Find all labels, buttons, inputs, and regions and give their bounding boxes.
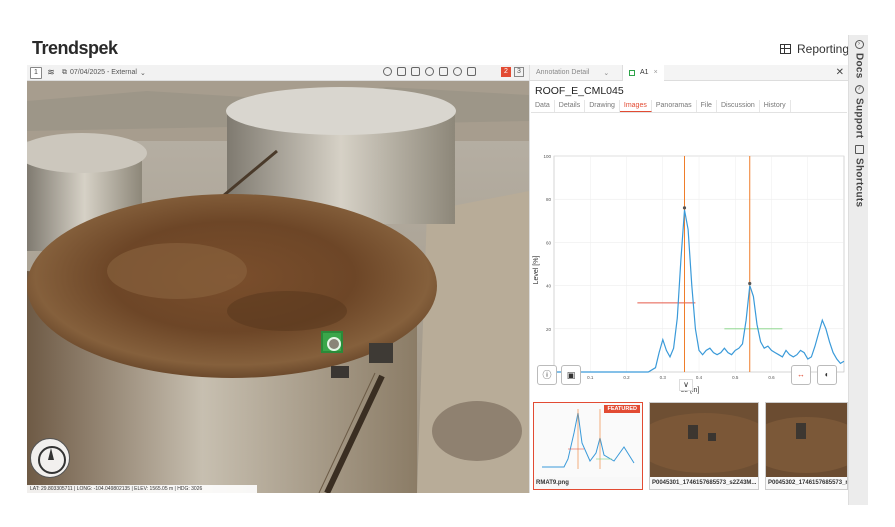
tab-a1-label: A1 <box>640 69 649 76</box>
keyboard-icon <box>854 145 864 154</box>
y-tick-label: 100 <box>543 154 551 159</box>
layers-icon[interactable]: ≋ <box>45 67 57 79</box>
viewport-mode-toggle: 2 3 <box>501 67 524 77</box>
annotation-title: ROOF_E_CML045 <box>535 85 624 97</box>
collapse-chevron[interactable]: ∨ <box>679 379 693 391</box>
close-icon[interactable]: ✕ <box>836 67 844 78</box>
tab-a1[interactable]: A1 × <box>623 64 664 81</box>
reporting-button[interactable]: Reporting <box>780 42 849 56</box>
thumbnail-caption: P0045302_1746157685573_r <box>768 480 848 486</box>
chart-left-tools: ⓘ ▣ <box>537 365 581 385</box>
date-selector[interactable]: ⧉ 07/04/2025 - External ⌄ <box>62 69 146 77</box>
rail-docs-label: Docs <box>853 53 865 79</box>
info-button[interactable]: ⓘ <box>537 365 557 385</box>
peak-marker <box>748 281 752 286</box>
chart-thumbnail <box>534 403 642 477</box>
cube-icon[interactable] <box>383 67 392 76</box>
subtab-data[interactable]: Data <box>531 100 555 112</box>
chart-y-label: Level [%] <box>533 256 540 285</box>
app-logo: Trendspek <box>32 38 118 58</box>
settings-icon[interactable] <box>453 67 462 76</box>
annotation-square-icon <box>629 69 635 76</box>
x-tick-label: 0.5 <box>732 375 739 380</box>
subtab-history[interactable]: History <box>760 100 791 112</box>
photo-thumbnail <box>650 403 758 477</box>
compass-icon[interactable] <box>30 438 70 478</box>
span-measure-button[interactable]: ↔ <box>791 365 811 385</box>
subtab-discussion[interactable]: Discussion <box>717 100 760 112</box>
photo-thumbnail <box>766 403 847 477</box>
x-tick-label: 0.1 <box>587 375 594 380</box>
tab-annotation-detail[interactable]: Annotation Detail ⌄ <box>530 64 623 81</box>
subtab-file[interactable]: File <box>697 100 717 112</box>
thumbnail-item[interactable]: P0045301_1746157685573_s2Z43M... <box>649 402 759 490</box>
thumbnail-caption: P0045301_1746157685573_s2Z43M... <box>652 480 757 486</box>
subtab-drawing[interactable]: Drawing <box>585 100 620 112</box>
subtab-panoramas[interactable]: Panoramas <box>652 100 697 112</box>
subtab-details[interactable]: Details <box>555 100 586 112</box>
rail-support[interactable]: ? Support <box>851 85 867 138</box>
viewport-toolbar: 1 ≋ ⧉ 07/04/2025 - External ⌄ 2 3 <box>27 65 529 81</box>
thumbnail-item[interactable]: FEATURED RMAT9.png <box>533 402 643 490</box>
chevron-down-icon: ⌄ <box>603 69 610 77</box>
image-thumbnails: FEATURED RMAT9.png P0045301_174615768557… <box>533 402 848 492</box>
rail-shortcuts-label: Shortcuts <box>853 158 865 208</box>
x-tick-label: 0.6 <box>768 375 775 380</box>
panel-tabbar: Annotation Detail ⌄ A1 × ✕ <box>530 64 848 81</box>
y-tick-label: 20 <box>546 327 552 332</box>
chart-background <box>532 150 848 395</box>
level-chart: 10080604020 0.10.20.30.40.50.60.7 Level … <box>532 150 848 395</box>
x-tick-label: 0.3 <box>660 375 667 380</box>
thumbnail-item[interactable]: P0045302_1746157685573_r <box>765 402 848 490</box>
keyboard-icon[interactable] <box>467 67 476 76</box>
rotate-icon[interactable] <box>425 67 434 76</box>
compare-button[interactable]: ◐ <box>817 365 837 385</box>
subtab-images[interactable]: Images <box>619 100 652 112</box>
mode-3-button[interactable]: 3 <box>514 67 524 77</box>
tab-annotation-detail-label: Annotation Detail <box>536 69 590 76</box>
chevron-down-icon: ⌄ <box>139 69 146 77</box>
annotation-marker[interactable] <box>321 331 343 353</box>
stack-icon: ⧉ <box>62 68 67 76</box>
docs-icon: › <box>854 40 864 49</box>
rail-docs[interactable]: › Docs <box>851 40 867 79</box>
y-tick-label: 40 <box>546 284 552 289</box>
tank-scene[interactable] <box>27 81 529 493</box>
y-tick-label: 80 <box>546 197 552 202</box>
tab-close-icon[interactable]: × <box>654 69 658 76</box>
subtabs: Data Details Drawing Images Panoramas Fi… <box>531 100 847 113</box>
featured-badge: FEATURED <box>604 405 640 413</box>
viewport-tools <box>383 67 476 76</box>
camera-button[interactable]: ▣ <box>561 365 581 385</box>
coordinates-readout: LAT: 29.803305711 | LONG: -104.049802135… <box>27 485 257 493</box>
reporting-label: Reporting <box>797 42 850 56</box>
side-rail: › Docs ? Support Shortcuts <box>848 35 868 505</box>
date-label: 07/04/2025 - External <box>70 69 137 76</box>
thumbnail-caption: RMAT9.png <box>536 480 569 486</box>
fullscreen-icon[interactable] <box>439 67 448 76</box>
x-tick-label: 0.4 <box>696 375 703 380</box>
rail-shortcuts[interactable]: Shortcuts <box>851 145 867 207</box>
support-icon: ? <box>854 85 864 94</box>
mode-2-button[interactable]: 2 <box>501 67 511 77</box>
y-tick-label: 60 <box>546 240 552 245</box>
camera-icon[interactable] <box>397 67 406 76</box>
rail-support-label: Support <box>853 98 865 139</box>
table-icon <box>780 44 791 54</box>
3d-viewport[interactable] <box>27 65 529 493</box>
measure-icon[interactable] <box>411 67 420 76</box>
x-tick-label: 0.2 <box>623 375 630 380</box>
layer-count-button[interactable]: 1 <box>30 66 42 79</box>
peak-marker <box>682 206 687 210</box>
